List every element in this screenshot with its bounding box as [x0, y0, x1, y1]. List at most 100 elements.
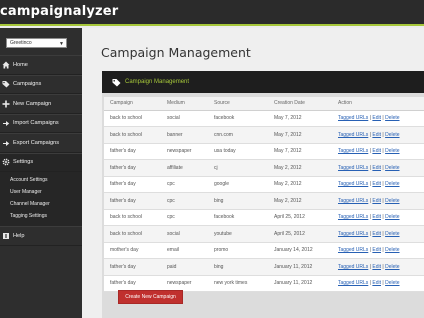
cell-source: bing: [208, 192, 268, 210]
sidebar-nav: Home Campaigns New Campaign Import Campa…: [0, 55, 82, 246]
sidebar-item-home[interactable]: Home: [0, 55, 82, 75]
sidebar-item-export-campaigns[interactable]: Export Campaigns: [0, 133, 82, 153]
cell-source: cj: [208, 159, 268, 177]
page-title: Campaign Management: [101, 45, 251, 60]
edit-link[interactable]: Edit: [372, 165, 381, 171]
tagged-urls-link[interactable]: Tagged URLs: [338, 264, 368, 270]
cell-action: Tagged URLs | Edit | Delete: [332, 143, 424, 160]
delete-link[interactable]: Delete: [385, 115, 399, 121]
sidebar-item-import-campaigns[interactable]: Import Campaigns: [0, 113, 82, 133]
tagged-urls-link[interactable]: Tagged URLs: [338, 148, 368, 154]
delete-link[interactable]: Delete: [385, 214, 399, 220]
cell-creation-date: May 7, 2012: [268, 126, 332, 144]
edit-link[interactable]: Edit: [372, 280, 381, 286]
cell-creation-date: May 2, 2012: [268, 159, 332, 177]
table-row: back to school social youtube April 25, 201…: [104, 225, 424, 243]
tagged-urls-link[interactable]: Tagged URLs: [338, 132, 368, 138]
edit-link[interactable]: Edit: [372, 181, 381, 187]
column-header-source: Source: [208, 97, 268, 111]
edit-link[interactable]: Edit: [372, 264, 381, 270]
cell-action: Tagged URLs | Edit | Delete: [332, 159, 424, 177]
delete-link[interactable]: Delete: [385, 247, 399, 253]
plus-icon: [2, 100, 10, 108]
cell-source: google: [208, 176, 268, 193]
sidebar-item-settings[interactable]: Settings: [0, 152, 82, 172]
delete-link[interactable]: Delete: [385, 280, 399, 286]
tagged-urls-link[interactable]: Tagged URLs: [338, 165, 368, 171]
sidebar-item-label: Help: [13, 232, 25, 239]
tagged-urls-link[interactable]: Tagged URLs: [338, 181, 368, 187]
cell-medium: banner: [161, 126, 208, 144]
column-header-medium: Medium: [161, 97, 208, 111]
edit-link[interactable]: Edit: [372, 132, 381, 138]
cell-source: facebook: [208, 209, 268, 226]
edit-link[interactable]: Edit: [372, 231, 381, 237]
cell-medium: social: [161, 225, 208, 243]
sidebar-subitem-channel-manager[interactable]: Channel Manager: [0, 198, 82, 210]
cell-source: cnn.com: [208, 126, 268, 144]
edit-link[interactable]: Edit: [372, 148, 381, 154]
edit-link[interactable]: Edit: [372, 247, 381, 253]
delete-link[interactable]: Delete: [385, 165, 399, 171]
sidebar-item-label: Export Campaigns: [13, 139, 60, 146]
cell-action: Tagged URLs | Edit | Delete: [332, 126, 424, 144]
table-row: mother's day email promo January 14, 2012 Ta…: [104, 242, 424, 259]
sidebar-item-new-campaign[interactable]: New Campaign: [0, 94, 82, 114]
delete-link[interactable]: Delete: [385, 181, 399, 187]
cell-medium: email: [161, 242, 208, 259]
cell-action: Tagged URLs | Edit | Delete: [332, 242, 424, 259]
sidebar-subitem-account-settings[interactable]: Account Settings: [0, 174, 82, 186]
sidebar: Greetinco ▼ Home Campaigns New Campaign: [0, 28, 82, 318]
edit-link[interactable]: Edit: [372, 198, 381, 204]
table-row: father's day newspaper usa today May 7, 201…: [104, 143, 424, 160]
cell-creation-date: May 7, 2012: [268, 143, 332, 160]
top-bar: campaignalyzer: [0, 0, 424, 26]
cell-creation-date: May 2, 2012: [268, 192, 332, 210]
sidebar-subitem-tagging-settings[interactable]: Tagging Settings: [0, 210, 82, 222]
cell-medium: affiliate: [161, 159, 208, 177]
delete-link[interactable]: Delete: [385, 264, 399, 270]
cell-medium: cpc: [161, 209, 208, 226]
cell-action: Tagged URLs | Edit | Delete: [332, 110, 424, 127]
tag-icon: [2, 80, 10, 88]
cell-campaign: back to school: [104, 110, 161, 127]
panel-header: Campaign Management: [102, 71, 424, 93]
panel-title: Campaign Management: [125, 79, 190, 85]
cell-creation-date: January 14, 2012: [268, 242, 332, 259]
column-header-creation-date: Creation Date: [268, 97, 332, 111]
cell-action: Tagged URLs | Edit | Delete: [332, 209, 424, 226]
sidebar-item-campaigns[interactable]: Campaigns: [0, 74, 82, 94]
delete-link[interactable]: Delete: [385, 198, 399, 204]
cell-creation-date: April 25, 2012: [268, 209, 332, 226]
cell-medium: cpc: [161, 192, 208, 210]
cell-source: usa today: [208, 143, 268, 160]
delete-link[interactable]: Delete: [385, 148, 399, 154]
tagged-urls-link[interactable]: Tagged URLs: [338, 214, 368, 220]
create-new-campaign-button[interactable]: Create New Campaign: [118, 290, 183, 304]
table-row: back to school social facebook May 7, 2012 T…: [104, 110, 424, 127]
gear-icon: [2, 158, 10, 166]
cell-medium: newspaper: [161, 143, 208, 160]
table-row: father's day cpc bing May 2, 2012 Tagged URL…: [104, 192, 424, 210]
tagged-urls-link[interactable]: Tagged URLs: [338, 247, 368, 253]
tagged-urls-link[interactable]: Tagged URLs: [338, 231, 368, 237]
delete-link[interactable]: Delete: [385, 231, 399, 237]
delete-link[interactable]: Delete: [385, 132, 399, 138]
cell-creation-date: April 25, 2012: [268, 225, 332, 243]
tagged-urls-link[interactable]: Tagged URLs: [338, 280, 368, 286]
cell-medium: social: [161, 110, 208, 127]
cell-creation-date: May 2, 2012: [268, 176, 332, 193]
account-select[interactable]: Greetinco ▼: [6, 38, 67, 48]
edit-link[interactable]: Edit: [372, 214, 381, 220]
account-select-value: Greetinco: [10, 40, 32, 46]
tagged-urls-link[interactable]: Tagged URLs: [338, 198, 368, 204]
export-icon: [2, 139, 10, 147]
edit-link[interactable]: Edit: [372, 115, 381, 121]
cell-medium: cpc: [161, 176, 208, 193]
cell-campaign: mother's day: [104, 242, 161, 259]
sidebar-item-help[interactable]: Help: [0, 226, 82, 246]
cell-source: bing: [208, 258, 268, 276]
cell-campaign: back to school: [104, 126, 161, 144]
tagged-urls-link[interactable]: Tagged URLs: [338, 115, 368, 121]
sidebar-subitem-user-manager[interactable]: User Manager: [0, 186, 82, 198]
